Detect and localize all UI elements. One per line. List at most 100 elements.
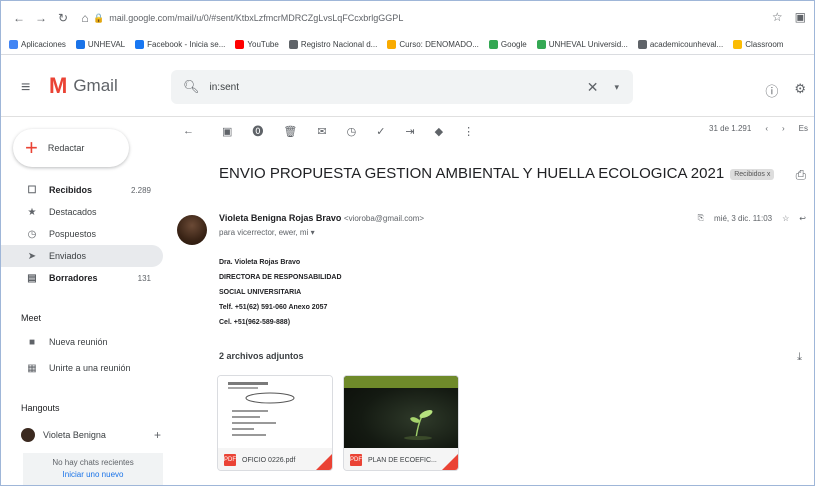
more-options-icon[interactable]: ⋮ bbox=[463, 125, 474, 138]
bookmark-favicon-icon bbox=[488, 40, 498, 49]
signature-line: Cel. +51(962-589-888) bbox=[219, 319, 291, 326]
subject-text: ENVIO PROPUESTA GESTION AMBIENTAL Y HUEL… bbox=[219, 165, 725, 182]
add-chat-icon[interactable]: + bbox=[154, 428, 161, 442]
add-task-icon[interactable]: ✓ bbox=[376, 125, 385, 138]
help-icon[interactable]: ⓘ bbox=[765, 81, 778, 100]
bookmark-favicon-icon bbox=[135, 40, 145, 49]
snooze-icon: ◷ bbox=[27, 228, 37, 240]
prev-message-icon[interactable]: ‹ bbox=[765, 124, 768, 133]
bookmark-favicon-icon bbox=[9, 40, 18, 49]
home-icon[interactable]: ⌂ bbox=[77, 10, 93, 26]
sidebar-item-count: 2.289 bbox=[130, 185, 151, 195]
bookmark-item[interactable]: Facebook - Inicia se... bbox=[135, 40, 225, 49]
signature-line: DIRECTORA DE RESPONSABILIDAD bbox=[219, 274, 342, 281]
sidebar-item-pospuestos[interactable]: ◷ Pospuestos bbox=[1, 223, 163, 245]
archive-icon[interactable]: ▣ bbox=[222, 125, 232, 138]
recipients-line[interactable]: para vicerrector, ewer, mi ▾ bbox=[219, 228, 315, 237]
delete-icon[interactable]: 🗑︎ bbox=[283, 125, 297, 138]
hangouts-start-link[interactable]: Iniciar uno nuevo bbox=[23, 469, 163, 481]
label-chip[interactable]: Recibidos x bbox=[730, 168, 775, 180]
bookmark-item[interactable]: Classroom bbox=[733, 40, 783, 49]
sidebar-item-borradores[interactable]: ▤ Borradores 131 bbox=[1, 267, 163, 289]
mark-unread-icon[interactable]: ✉ bbox=[317, 125, 326, 138]
next-message-icon[interactable]: › bbox=[782, 124, 785, 133]
lock-icon: 🔒 bbox=[93, 12, 105, 23]
sidebar-item-destacados[interactable]: ★ Destacados bbox=[1, 201, 163, 223]
back-arrow-icon[interactable]: ← bbox=[11, 10, 27, 26]
browser-actions: ☆ ▣ bbox=[772, 10, 806, 24]
attachment-thumbnail-2 bbox=[344, 376, 458, 448]
report-spam-icon[interactable]: ⓿ bbox=[252, 123, 263, 139]
extensions-icon[interactable]: ▣ bbox=[795, 10, 806, 24]
bookmark-item[interactable]: Registro Nacional d... bbox=[288, 40, 378, 49]
url-bar[interactable]: 🔒 mail.google.com/mail/u/0/#sent/KtbxLzf… bbox=[93, 9, 783, 27]
bookmark-label: Curso: DENOMADO... bbox=[399, 40, 479, 49]
hangouts-user[interactable]: Violeta Benigna + bbox=[21, 426, 161, 444]
sidebar-item-enviados[interactable]: ➤ Enviados bbox=[1, 245, 163, 267]
bookmark-favicon-icon bbox=[75, 40, 85, 49]
settings-gear-icon[interactable]: ⚙ bbox=[794, 81, 806, 100]
sender-avatar[interactable] bbox=[177, 215, 207, 245]
video-icon: ■ bbox=[28, 336, 36, 348]
sender-name[interactable]: Violeta Benigna Rojas Bravo bbox=[219, 213, 341, 223]
signature-line: SOCIAL UNIVERSITARIA bbox=[219, 289, 302, 296]
snooze-icon[interactable]: ◷ bbox=[347, 125, 357, 138]
bookmark-item[interactable]: Curso: DENOMADO... bbox=[387, 40, 479, 49]
download-all-icon[interactable]: ⤓ bbox=[797, 351, 802, 364]
bookmark-label: YouTube bbox=[247, 40, 279, 49]
reload-icon[interactable]: ↻ bbox=[55, 10, 71, 26]
sidebar-item-count: 131 bbox=[137, 273, 151, 283]
bookmark-item[interactable]: UNHEVAL Universid... bbox=[536, 40, 628, 49]
bookmark-item[interactable]: academicounheval... bbox=[637, 40, 723, 49]
bookmark-item[interactable]: YouTube bbox=[235, 40, 279, 49]
search-input[interactable]: in:sent bbox=[210, 82, 587, 93]
meet-new-meeting[interactable]: ■ Nueva reunión bbox=[25, 333, 108, 351]
pdf-corner-icon bbox=[316, 454, 332, 470]
url-text: mail.google.com/mail/u/0/#sent/KtbxLzfmc… bbox=[109, 13, 404, 23]
forward-arrow-icon[interactable]: → bbox=[33, 10, 49, 26]
attachments-title: 2 archivos adjuntos bbox=[219, 351, 304, 361]
star-icon[interactable]: ☆ bbox=[782, 214, 789, 223]
gmail-logo[interactable]: M Gmail bbox=[49, 73, 118, 99]
compose-plus-icon: + bbox=[25, 135, 38, 160]
bookmark-item[interactable]: UNHEVAL bbox=[75, 40, 126, 49]
pager-text: 31 de 1.291 bbox=[709, 124, 752, 133]
sidebar: + Redactar ☐ Recibidos 2.289 ★ Destacados ◷ Po… bbox=[1, 117, 171, 485]
print-icon[interactable]: ⎙ bbox=[796, 167, 806, 183]
bookmark-label: Registro Nacional d... bbox=[300, 40, 378, 49]
back-to-list-icon[interactable]: ← bbox=[183, 125, 194, 137]
compose-button[interactable]: + Redactar bbox=[13, 129, 129, 167]
bookmark-star-icon[interactable]: ☆ bbox=[772, 10, 783, 24]
bookmark-favicon-icon bbox=[387, 40, 397, 49]
reply-icon[interactable]: ↩ bbox=[799, 214, 806, 223]
clear-search-icon[interactable]: ✕ bbox=[587, 79, 599, 96]
attachment-card-1[interactable]: PDF OFICIO 0226.pdf bbox=[217, 375, 333, 471]
pager: 31 de 1.291 ‹ › Es bbox=[709, 124, 808, 133]
bookmark-label: Classroom bbox=[745, 40, 784, 49]
signature-line: Dra. Violeta Rojas Bravo bbox=[219, 259, 301, 266]
sidebar-item-label: Enviados bbox=[49, 251, 87, 261]
pdf-icon: PDF bbox=[350, 454, 362, 466]
search-options-icon[interactable]: ▾ bbox=[614, 82, 619, 93]
bookmark-favicon-icon bbox=[536, 40, 546, 49]
bookmark-item[interactable]: Aplicaciones bbox=[9, 40, 66, 49]
hangouts-empty-text: No hay chats recientes bbox=[52, 458, 134, 467]
label-icon[interactable]: ◆ bbox=[435, 125, 443, 138]
search-bar[interactable]: 🔍︎ in:sent ✕ ▾ bbox=[171, 70, 633, 104]
meet-new-meeting-label: Nueva reunión bbox=[49, 337, 108, 347]
search-icon[interactable]: 🔍︎ bbox=[183, 79, 200, 95]
attachment-card-2[interactable]: PDF PLAN DE ECOEFIC... bbox=[343, 375, 459, 471]
hangouts-empty: No hay chats recientes Iniciar uno nuevo bbox=[23, 453, 163, 485]
input-tools-icon[interactable]: Es bbox=[799, 124, 808, 133]
header-actions: ⓘ ⚙ bbox=[765, 81, 806, 100]
menu-icon[interactable]: ≡ bbox=[21, 79, 30, 97]
bookmark-label: UNHEVAL bbox=[87, 40, 126, 49]
bookmark-favicon-icon bbox=[637, 40, 647, 49]
bookmark-favicon-icon bbox=[733, 40, 743, 49]
move-to-icon[interactable]: ⇥ bbox=[405, 125, 414, 138]
bookmark-item[interactable]: Google bbox=[488, 40, 527, 49]
bookmark-label: Google bbox=[500, 40, 527, 49]
sidebar-item-recibidos[interactable]: ☐ Recibidos 2.289 bbox=[1, 179, 163, 201]
bookmark-favicon-icon bbox=[235, 40, 245, 49]
meet-join-meeting[interactable]: ▦ Unirte a una reunión bbox=[25, 359, 130, 377]
